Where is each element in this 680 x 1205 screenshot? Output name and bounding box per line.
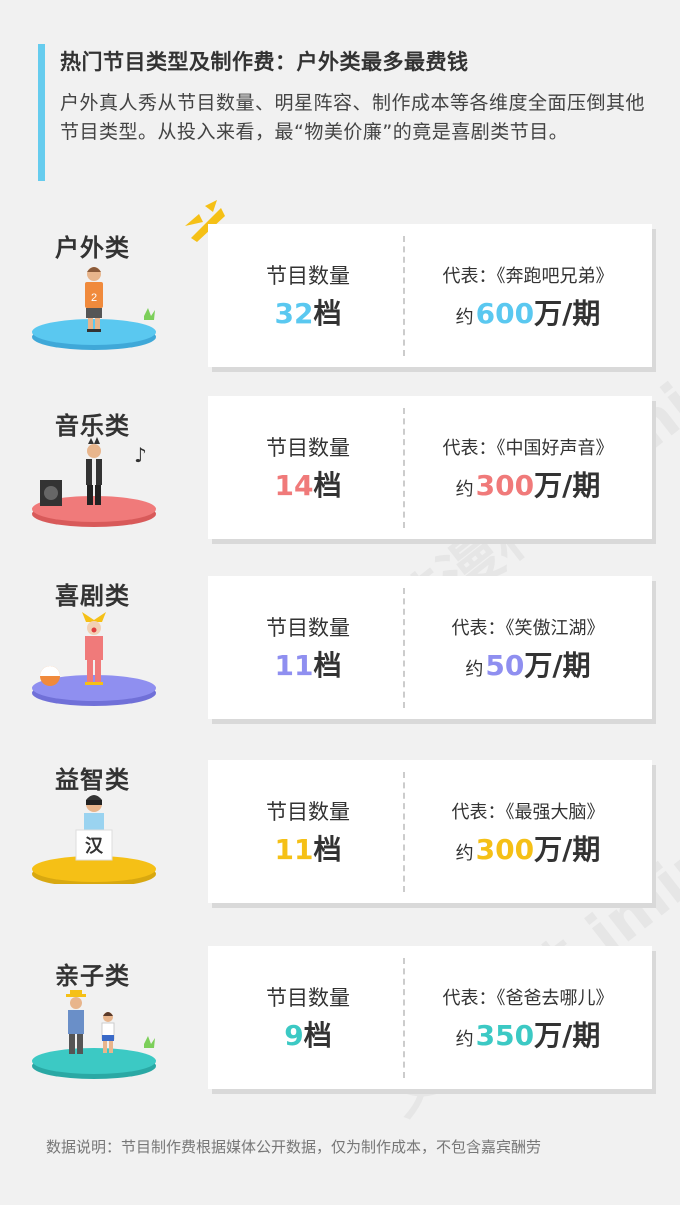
cost-number: 50 xyxy=(485,649,525,682)
cost-suffix: 万/期 xyxy=(534,297,601,330)
rep-title: 《笑傲江湖》 xyxy=(505,618,605,639)
rep-prefix: 代表： xyxy=(442,988,497,1009)
row-music: 音乐类 ♪ 节目数量 14档 代表：《中国好声音》 约300万/期 xyxy=(0,396,680,546)
count-label: 节目数量 xyxy=(266,264,350,288)
cost-prefix: 约 xyxy=(455,843,474,864)
accent-bar xyxy=(38,44,45,181)
rep-prefix: 代表： xyxy=(451,802,506,823)
rep-prefix: 代表： xyxy=(442,266,497,287)
row-outdoor: 户外类 2 节目数量 32档 代表：《奔跑吧兄弟》 约600万/期 xyxy=(0,200,680,374)
category-label: 亲子类 xyxy=(55,962,130,990)
rep-title: 《爸爸去哪儿》 xyxy=(496,988,614,1009)
row-family: 亲子类 节目数量 9档 代表：《爸爸去哪儿》 约350万/期 xyxy=(0,946,680,1096)
singer-figure-icon: ♪ xyxy=(32,437,156,527)
music-note-icon: ♪ xyxy=(134,443,147,467)
cost-value: 约50万/期 xyxy=(413,644,643,684)
count-number: 32 xyxy=(274,297,314,330)
contestant-figure-icon: 汉 xyxy=(32,795,156,884)
count-label: 节目数量 xyxy=(266,436,350,460)
count-unit: 档 xyxy=(303,1019,332,1052)
count-label: 节目数量 xyxy=(266,616,350,640)
count-unit: 档 xyxy=(313,649,342,682)
rep-prefix: 代表： xyxy=(451,618,506,639)
cost-number: 350 xyxy=(475,1019,535,1052)
cost-suffix: 万/期 xyxy=(534,833,601,866)
rep-prefix: 代表： xyxy=(442,438,497,459)
representative: 代表：《奔跑吧兄弟》 xyxy=(413,262,643,288)
representative: 代表：《爸爸去哪儿》 xyxy=(413,984,643,1010)
box-character: 汉 xyxy=(85,836,104,857)
info-card: 节目数量 9档 代表：《爸爸去哪儿》 约350万/期 xyxy=(208,946,652,1089)
row-puzzle: 益智类 汉 节目数量 11档 代表：《最强大脑》 约300万/期 xyxy=(0,760,680,910)
representative: 代表：《最强大脑》 xyxy=(413,798,643,824)
rep-title: 《奔跑吧兄弟》 xyxy=(496,266,614,287)
count-value: 11档 xyxy=(228,828,388,868)
count-value: 11档 xyxy=(228,644,388,684)
count-number: 9 xyxy=(284,1019,304,1052)
count-value: 9档 xyxy=(228,1014,388,1054)
cost-value: 约300万/期 xyxy=(413,828,643,868)
count-unit: 档 xyxy=(313,469,342,502)
info-card: 节目数量 11档 代表：《笑傲江湖》 约50万/期 xyxy=(208,576,652,719)
count-number: 11 xyxy=(274,649,314,682)
count-unit: 档 xyxy=(313,833,342,866)
cost-suffix: 万/期 xyxy=(534,469,601,502)
card-divider xyxy=(403,958,405,1078)
jersey-number: 2 xyxy=(91,292,97,304)
cost-suffix: 万/期 xyxy=(524,649,591,682)
representative: 代表：《笑傲江湖》 xyxy=(413,614,643,640)
cost-number: 600 xyxy=(475,297,535,330)
cost-value: 约350万/期 xyxy=(413,1014,643,1054)
info-card: 节目数量 14档 代表：《中国好声音》 约300万/期 xyxy=(208,396,652,539)
count-value: 32档 xyxy=(228,292,388,332)
page-title: 热门节目类型及制作费：户外类最多最费钱 xyxy=(60,50,469,74)
cost-value: 约600万/期 xyxy=(413,292,643,332)
intro-text: 户外真人秀从节目数量、明星阵容、制作成本等各维度全面压倒其他节目类型。从投入来看… xyxy=(60,92,646,143)
card-divider xyxy=(403,236,405,356)
count-unit: 档 xyxy=(313,297,342,330)
cost-prefix: 约 xyxy=(465,659,484,680)
count-number: 14 xyxy=(274,469,314,502)
card-divider xyxy=(403,408,405,528)
cost-number: 300 xyxy=(475,833,535,866)
row-comedy: 喜剧类 节目数量 11档 代表：《笑傲江湖》 约50万/期 xyxy=(0,576,680,726)
parent-child-figure-icon xyxy=(32,990,156,1079)
representative: 代表：《中国好声音》 xyxy=(413,434,643,460)
rep-title: 《最强大脑》 xyxy=(505,802,605,823)
runner-figure-icon: 2 xyxy=(32,267,156,350)
info-card: 节目数量 11档 代表：《最强大脑》 约300万/期 xyxy=(208,760,652,903)
cost-prefix: 约 xyxy=(455,307,474,328)
count-label: 节目数量 xyxy=(266,986,350,1010)
cost-prefix: 约 xyxy=(455,1029,474,1050)
rep-title: 《中国好声音》 xyxy=(496,438,614,459)
footnote: 数据说明：节目制作费根据媒体公开数据，仅为制作成本，不包含嘉宾酬劳 xyxy=(46,1138,542,1156)
cost-suffix: 万/期 xyxy=(534,1019,601,1052)
count-number: 11 xyxy=(274,833,314,866)
cost-prefix: 约 xyxy=(455,479,474,500)
count-value: 14档 xyxy=(228,464,388,504)
card-divider xyxy=(403,588,405,708)
cost-value: 约300万/期 xyxy=(413,464,643,504)
count-label: 节目数量 xyxy=(266,800,350,824)
info-card: 节目数量 32档 代表：《奔跑吧兄弟》 约600万/期 xyxy=(208,224,652,367)
card-divider xyxy=(403,772,405,892)
cost-number: 300 xyxy=(475,469,535,502)
clown-figure-icon xyxy=(32,612,156,706)
